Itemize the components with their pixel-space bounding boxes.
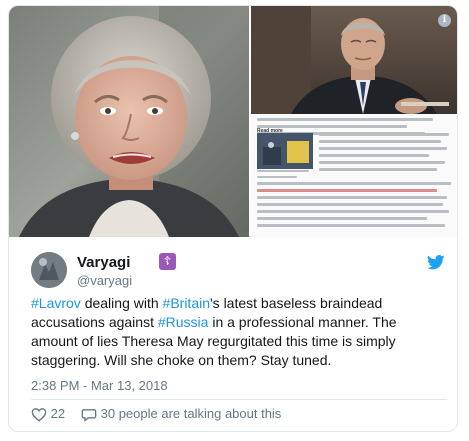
article-screenshot[interactable]: Read more i bbox=[251, 6, 457, 237]
hashtag-lavrov[interactable]: #Lavrov bbox=[31, 295, 81, 311]
article-body-lower bbox=[257, 182, 453, 231]
thumbnail-caption bbox=[257, 170, 313, 182]
embedded-tweet-card[interactable]: Read more i Varyagi ☦ @varyagi #Lavrov d… bbox=[8, 5, 458, 432]
photo-woman-illustration bbox=[9, 6, 249, 237]
author-display-name[interactable]: Varyagi bbox=[77, 254, 130, 271]
talking-link[interactable]: 30 people are talking about this bbox=[81, 405, 281, 423]
article-thumbnail bbox=[257, 133, 313, 169]
info-icon[interactable]: i bbox=[438, 14, 451, 27]
like-button[interactable]: 22 bbox=[31, 405, 65, 423]
avatar-image bbox=[31, 252, 67, 288]
twitter-bird-icon[interactable] bbox=[427, 255, 445, 270]
article-body bbox=[319, 133, 451, 175]
hashtag-russia[interactable]: #Russia bbox=[158, 314, 209, 330]
heart-icon bbox=[31, 408, 47, 422]
tweet-text-segment: dealing with bbox=[80, 295, 163, 311]
tweet-timestamp[interactable]: 2:38 PM - Mar 13, 2018 bbox=[31, 378, 168, 393]
avatar[interactable] bbox=[31, 252, 67, 288]
tweet-text: #Lavrov dealing with #Britain's latest b… bbox=[31, 294, 447, 370]
hashtag-britain[interactable]: #Britain bbox=[163, 295, 210, 311]
talking-count-label: 30 people are talking about this bbox=[100, 406, 282, 421]
author-handle[interactable]: @varyagi bbox=[77, 273, 132, 288]
tweet-media[interactable]: Read more i bbox=[9, 6, 457, 237]
divider bbox=[31, 399, 447, 400]
like-count: 22 bbox=[50, 406, 66, 421]
speech-bubble-icon bbox=[81, 409, 97, 422]
photo-man-illustration bbox=[251, 6, 457, 114]
photo-woman[interactable] bbox=[9, 6, 249, 237]
orthodox-cross-icon: ☦ bbox=[159, 253, 176, 270]
thumbnail-image bbox=[257, 133, 313, 169]
